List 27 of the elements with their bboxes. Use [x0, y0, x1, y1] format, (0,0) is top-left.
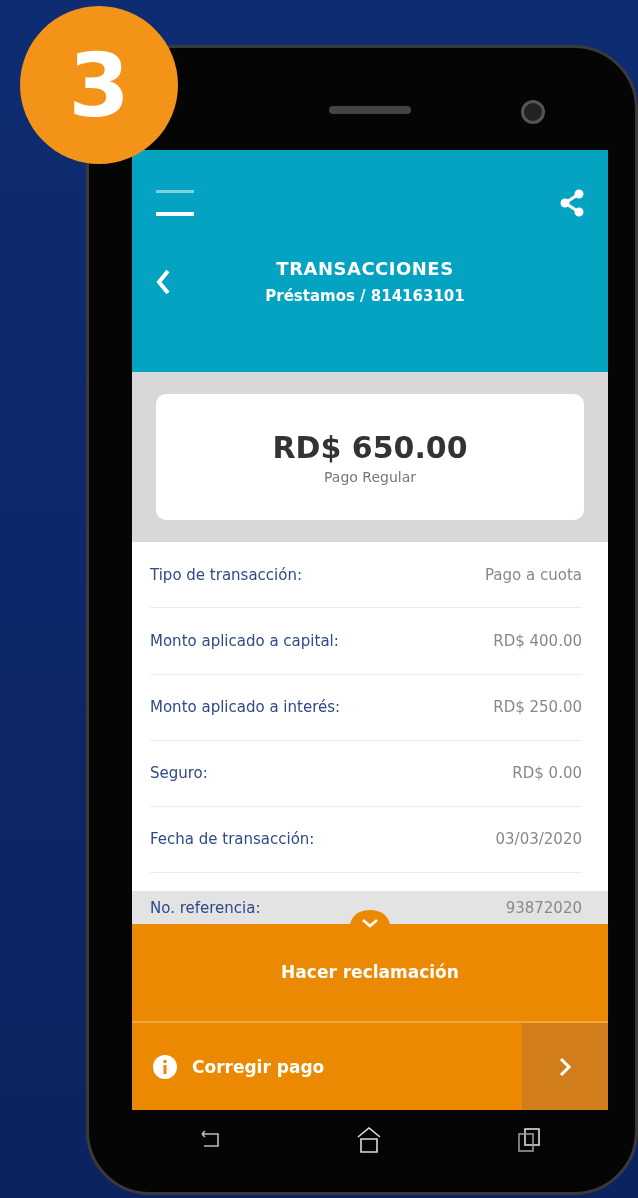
payment-type-text: Pago Regular — [324, 468, 416, 485]
step-number-badge: 3 — [20, 6, 178, 164]
detail-value: 03/03/2020 — [495, 830, 582, 849]
screen-title: TRANSACCIONES — [276, 258, 454, 279]
claim-button[interactable]: Hacer reclamación — [132, 924, 608, 1022]
detail-label: Monto aplicado a capital: — [150, 631, 339, 650]
detail-label: Tipo de transacción: — [150, 565, 302, 584]
detail-value: RD$ 400.00 — [493, 631, 582, 650]
detail-label: Seguro: — [150, 764, 208, 783]
share-icon[interactable] — [560, 189, 584, 217]
detail-value: RD$ 0.00 — [512, 764, 582, 783]
detail-label: Monto aplicado a interés: — [150, 698, 341, 717]
recent-apps-nav-icon[interactable] — [517, 1128, 540, 1152]
detail-value: RD$ 250.00 — [493, 698, 582, 717]
detail-value: Pago a cuota — [485, 565, 582, 584]
detail-label: Fecha de transacción: — [150, 830, 315, 849]
back-nav-icon[interactable] — [200, 1130, 221, 1150]
screen-subtitle: Préstamos / 814163101 — [265, 287, 465, 305]
chevron-right-icon — [558, 1055, 572, 1078]
info-icon — [152, 1053, 178, 1080]
amount-text: RD$ 650.00 — [272, 429, 468, 465]
menu-icon[interactable] — [156, 190, 194, 216]
detail-label: No. referencia: — [150, 898, 261, 917]
camera-lens — [521, 100, 545, 124]
detail-value: 93872020 — [505, 898, 582, 917]
home-nav-icon[interactable] — [357, 1127, 381, 1153]
back-icon[interactable] — [156, 268, 170, 295]
